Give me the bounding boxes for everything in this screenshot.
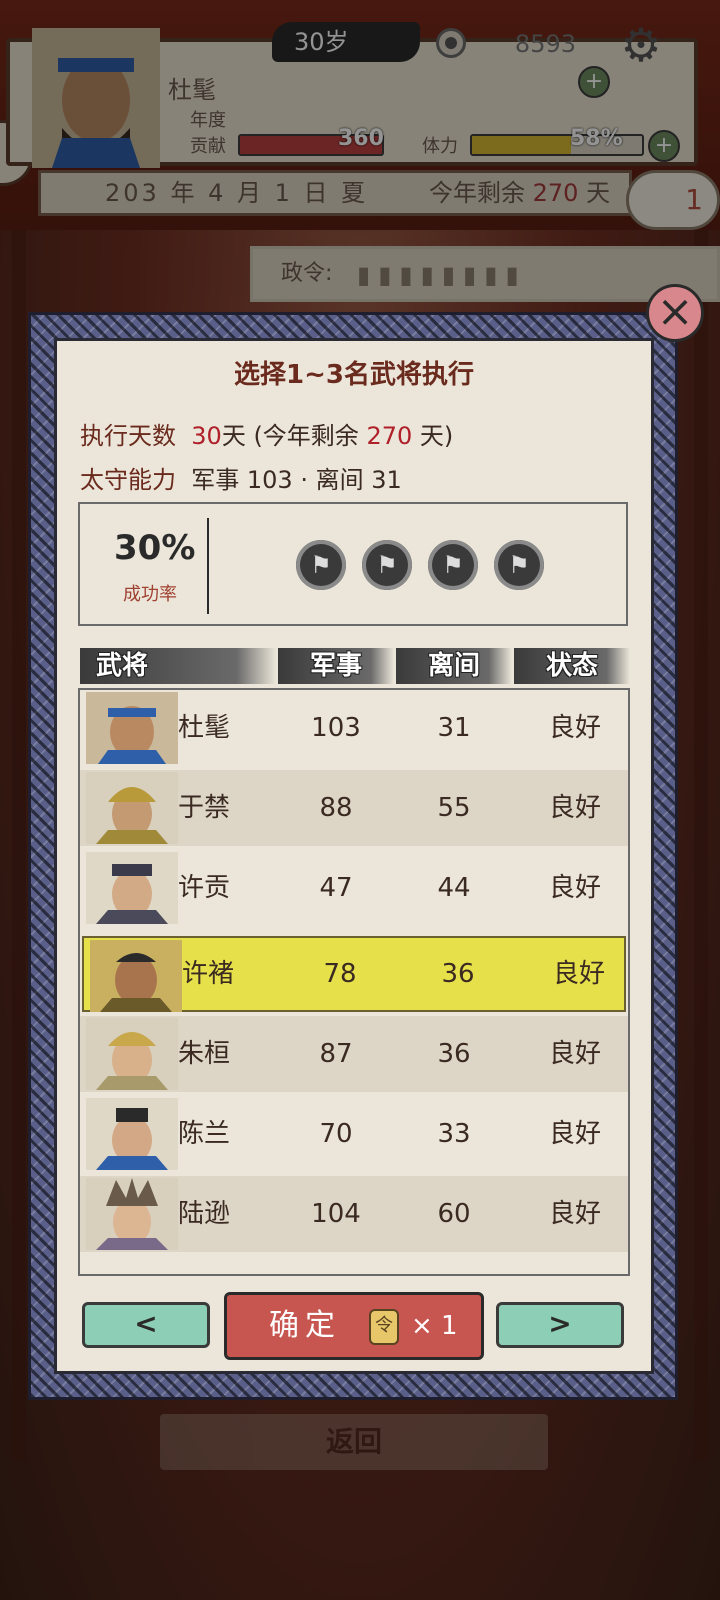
officer-portrait — [86, 772, 178, 844]
officer-portrait — [86, 852, 178, 924]
military-value: 88 — [319, 793, 353, 823]
confirm-button[interactable]: 确定 令 × 1 — [224, 1292, 484, 1360]
status-value: 良好 — [548, 793, 601, 823]
success-rate-label: 成功率 — [123, 584, 177, 605]
modal-title: 选择1~3名武将执行 — [234, 360, 474, 390]
close-icon[interactable]: × — [646, 284, 704, 342]
col-military[interactable]: 军事 — [278, 648, 394, 684]
flag-slot-icon: ⚑ — [296, 540, 346, 590]
col-officer[interactable]: 武将 — [80, 648, 276, 684]
officer-name: 陈兰 — [178, 1119, 231, 1149]
officer-portrait — [86, 1018, 178, 1090]
table-row[interactable]: 于禁 88 55 良好 — [80, 770, 628, 846]
token-cost: × 1 — [411, 1311, 458, 1341]
officer-portrait — [86, 1178, 178, 1250]
status-value: 良好 — [548, 873, 601, 903]
next-page-button[interactable]: > — [496, 1302, 624, 1348]
status-value: 良好 — [548, 713, 601, 743]
status-value: 良好 — [548, 1119, 601, 1149]
military-value: 103 — [311, 713, 361, 743]
col-sow-discord[interactable]: 离间 — [396, 648, 512, 684]
col-status[interactable]: 状态 — [514, 648, 630, 684]
divider — [207, 518, 209, 614]
status-value: 良好 — [548, 1199, 601, 1229]
table-row[interactable]: 陆逊 104 60 良好 — [80, 1176, 628, 1252]
sow-value: 33 — [437, 1119, 471, 1149]
sow-value: 31 — [437, 713, 471, 743]
sow-value: 36 — [437, 1039, 471, 1069]
table-row[interactable]: 陈兰 70 33 良好 — [80, 1096, 628, 1172]
officer-name: 杜髦 — [178, 713, 231, 743]
officer-portrait — [90, 940, 182, 1012]
sow-value: 60 — [437, 1199, 471, 1229]
flag-slot-icon: ⚑ — [362, 540, 412, 590]
table-row[interactable]: 杜髦 103 31 良好 — [80, 690, 628, 766]
prev-page-button[interactable]: < — [82, 1302, 210, 1348]
success-rate-value: 30% — [114, 528, 196, 568]
officer-portrait — [86, 1098, 178, 1170]
sow-value: 44 — [437, 873, 471, 903]
officer-name: 于禁 — [178, 793, 231, 823]
officer-table-header: 武将 军事 离间 状态 — [80, 648, 630, 684]
order-token-icon: 令 — [369, 1309, 399, 1345]
status-value: 良好 — [552, 959, 605, 989]
officer-table: 杜髦 103 31 良好 于禁 88 55 良好 许贡 47 44 良好 许褚 … — [78, 688, 630, 1276]
status-value: 良好 — [548, 1039, 601, 1069]
table-row[interactable]: 许贡 47 44 良好 — [80, 850, 628, 926]
officer-name: 许贡 — [178, 873, 231, 903]
confirm-label: 确定 — [269, 1308, 341, 1343]
officer-portrait — [86, 692, 178, 764]
success-rate-box: 30% 成功率 ⚑ ⚑ ⚑ ⚑ — [78, 502, 628, 626]
sow-value: 55 — [437, 793, 471, 823]
military-value: 78 — [323, 959, 357, 989]
military-value: 104 — [311, 1199, 361, 1229]
officer-name: 朱桓 — [178, 1039, 231, 1069]
sow-value: 36 — [441, 959, 475, 989]
military-value: 47 — [319, 873, 353, 903]
governor-ability-line: 太守能力 军事 103 · 离间 31 — [80, 466, 402, 494]
military-value: 70 — [319, 1119, 353, 1149]
table-row-selected[interactable]: 许褚 78 36 良好 — [82, 936, 626, 1012]
table-row[interactable]: 朱桓 87 36 良好 — [80, 1016, 628, 1092]
officer-name: 陆逊 — [178, 1199, 231, 1229]
flag-slot-icon: ⚑ — [428, 540, 478, 590]
execution-days-line: 执行天数 30天 (今年剩余 270 天) — [80, 422, 454, 450]
military-value: 87 — [319, 1039, 353, 1069]
flag-slot-icon: ⚑ — [494, 540, 544, 590]
officer-name: 许褚 — [182, 959, 235, 989]
